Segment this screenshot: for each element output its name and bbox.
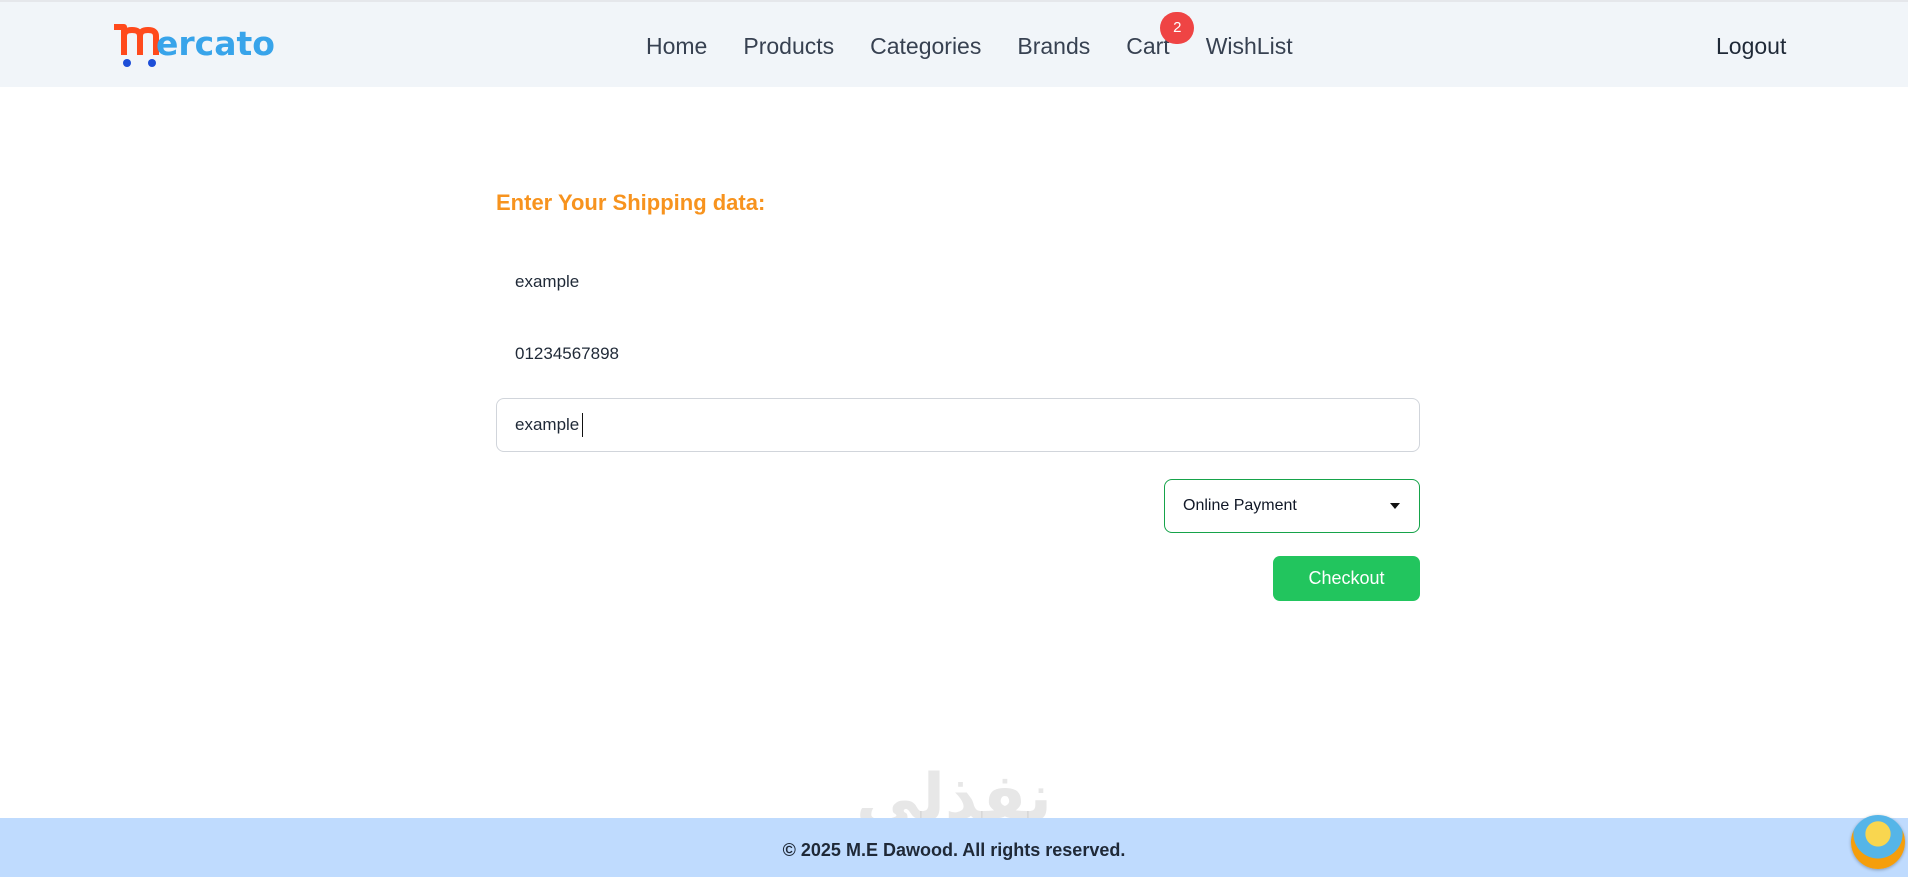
caret-down-icon (1390, 503, 1400, 509)
nav-home[interactable]: Home (646, 31, 707, 61)
logo-text: ercato (156, 24, 275, 63)
nav-products[interactable]: Products (743, 31, 834, 61)
footer-copyright: © 2025 M.E Dawood. All rights reserved. (782, 840, 1126, 860)
payment-method-value: Online Payment (1183, 497, 1297, 514)
nav-wishlist[interactable]: WishList (1206, 31, 1293, 61)
floating-avatar-icon[interactable] (1851, 815, 1905, 869)
shipping-form-title: Enter Your Shipping data: (496, 190, 766, 215)
payment-method-select[interactable]: Online Payment (1164, 479, 1420, 533)
main-nav: Home Products Categories Brands Cart 2 W… (646, 12, 1329, 61)
cart-m-icon (114, 24, 159, 67)
mercato-logo[interactable]: ercato (112, 22, 282, 68)
footer: © 2025 M.E Dawood. All rights reserved. (0, 818, 1908, 877)
details-input[interactable] (496, 255, 1420, 309)
logout-link[interactable]: Logout (1716, 31, 1786, 61)
nav-brands[interactable]: Brands (1017, 31, 1090, 61)
city-input[interactable] (496, 398, 1420, 452)
phone-input[interactable] (496, 327, 1420, 381)
nav-categories[interactable]: Categories (870, 31, 981, 61)
text-caret (582, 413, 583, 437)
checkout-button[interactable]: Checkout (1273, 556, 1420, 601)
nav-cart[interactable]: Cart 2 (1126, 12, 1195, 61)
cart-count-badge: 2 (1160, 12, 1195, 44)
top-navbar: ercato Home Products Categories Brands C… (0, 0, 1908, 87)
